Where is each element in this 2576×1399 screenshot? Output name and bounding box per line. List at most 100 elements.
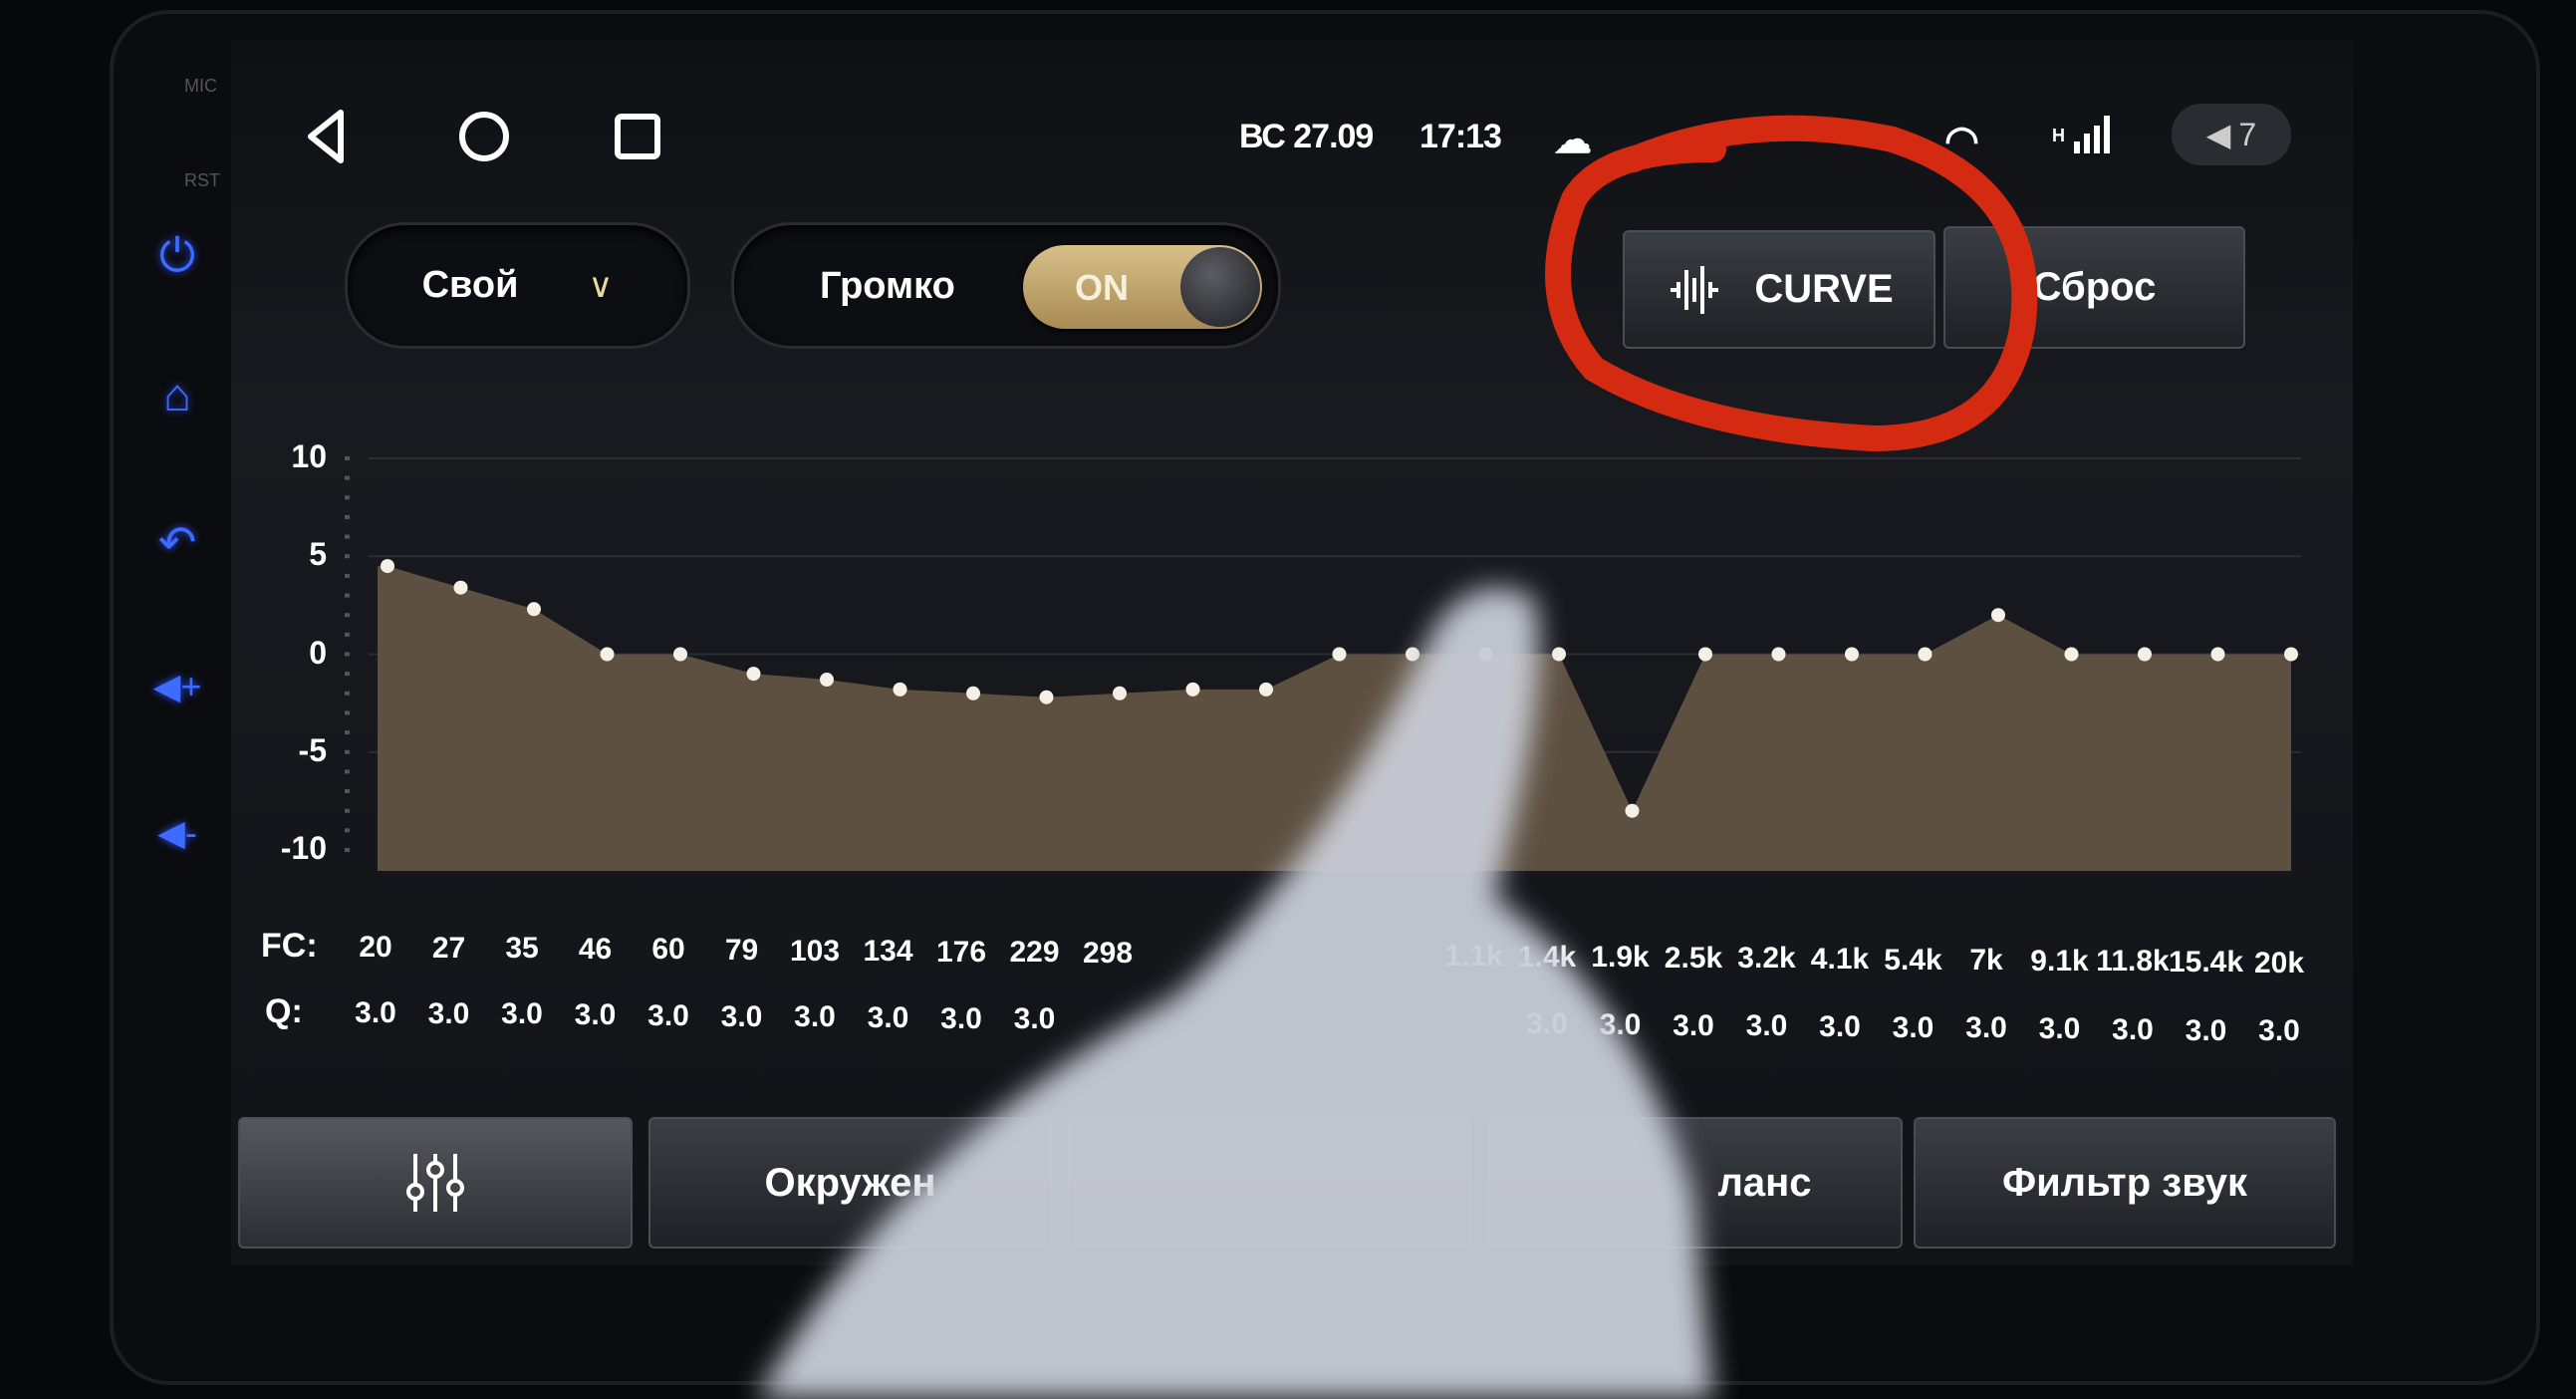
- fc-value: 15.4k: [2168, 946, 2244, 979]
- q-value: 3.0: [1599, 1007, 1642, 1041]
- q-value: 3.0: [1892, 1010, 1934, 1044]
- q-value: 3.0: [501, 997, 543, 1031]
- y-tick-mark: [345, 749, 350, 754]
- y-tick-mark: [345, 828, 350, 833]
- eq-band-point[interactable]: [2064, 647, 2079, 662]
- y-tick-mark: [345, 672, 350, 677]
- eq-band-point[interactable]: [1625, 803, 1640, 818]
- q-value: 3.0: [1013, 1002, 1056, 1036]
- fc-value: 20k: [2253, 946, 2305, 979]
- fc-value: 134: [863, 935, 913, 969]
- equalizer-sliders-icon: [406, 1154, 464, 1212]
- eq-band-point[interactable]: [1332, 647, 1347, 662]
- q-value: 3.0: [574, 998, 617, 1032]
- y-tick-mark: [345, 710, 350, 715]
- fc-value: 1.1k: [1444, 940, 1503, 973]
- fc-value: 1.4k: [1517, 940, 1577, 974]
- eq-band-point[interactable]: [1259, 682, 1273, 697]
- fc-value: 35: [505, 932, 539, 966]
- y-tick-mark: [345, 475, 350, 480]
- y-tick-mark: [345, 789, 350, 794]
- fc-value: 11.8k: [2096, 945, 2170, 979]
- fc-value: 4.1k: [1810, 943, 1870, 976]
- y-tick-mark: [345, 691, 350, 696]
- fc-value: 7k: [1969, 944, 2003, 978]
- eq-band-point[interactable]: [527, 602, 541, 617]
- eq-band-point[interactable]: [1185, 682, 1200, 697]
- fc-value: 2.5k: [1664, 941, 1723, 975]
- q-value: 3.0: [2185, 1013, 2227, 1047]
- y-tick-label: 10: [291, 438, 327, 474]
- eq-band-point[interactable]: [746, 667, 761, 682]
- fc-value: 9.1k: [2030, 944, 2089, 978]
- eq-band-point[interactable]: [600, 647, 615, 662]
- q-value: 3.0: [2258, 1014, 2300, 1048]
- fc-value: 79: [724, 934, 759, 967]
- eq-band-point[interactable]: [1406, 647, 1419, 662]
- eq-band-point[interactable]: [673, 647, 687, 662]
- eq-band-point[interactable]: [966, 686, 980, 700]
- y-tick-mark: [345, 613, 350, 618]
- eq-band-point[interactable]: [2210, 647, 2225, 662]
- eq-band-point[interactable]: [1039, 690, 1054, 704]
- y-tick-mark: [345, 495, 350, 500]
- eq-band-point[interactable]: [381, 559, 394, 574]
- y-tick-mark: [345, 848, 350, 852]
- fc-label: FC:: [261, 927, 318, 965]
- fc-value: 1.9k: [1591, 941, 1650, 975]
- q-label: Q:: [265, 992, 303, 1030]
- eq-band-point[interactable]: [1113, 686, 1127, 700]
- y-tick-mark: [345, 514, 350, 519]
- tab-equalizer[interactable]: [238, 1117, 633, 1249]
- y-tick-mark: [345, 808, 350, 813]
- q-value: 3.0: [427, 996, 470, 1030]
- eq-band-point[interactable]: [1478, 647, 1493, 662]
- q-value: 3.0: [867, 1000, 909, 1034]
- y-tick-label: 5: [309, 536, 327, 573]
- eq-band-point[interactable]: [893, 682, 907, 697]
- y-tick-mark: [345, 554, 350, 559]
- eq-band-point[interactable]: [1771, 647, 1786, 662]
- tab-sound-filter-label: Фильтр звук: [2001, 1160, 2248, 1205]
- tab-surround[interactable]: Окружен: [648, 1117, 1052, 1249]
- q-value: 3.0: [720, 999, 763, 1033]
- y-tick-mark: [345, 730, 350, 735]
- tab-balance[interactable]: ланс: [1487, 1117, 1903, 1249]
- q-value: 3.0: [1965, 1011, 2007, 1045]
- fc-value: 46: [578, 932, 613, 966]
- eq-band-point[interactable]: [1991, 608, 2005, 623]
- tab-balance-label: ланс: [1717, 1160, 1812, 1205]
- eq-band-point[interactable]: [453, 580, 468, 595]
- eq-band-point[interactable]: [2284, 647, 2298, 662]
- q-value: 3.0: [1526, 1007, 1568, 1041]
- y-tick-mark: [345, 456, 350, 460]
- eq-band-point[interactable]: [1552, 647, 1566, 662]
- eq-band-point[interactable]: [820, 673, 834, 688]
- q-value: 3.0: [2038, 1012, 2081, 1046]
- q-value: 3.0: [1819, 1010, 1861, 1043]
- tab-sound-filter[interactable]: Фильтр звук: [1914, 1117, 2336, 1249]
- fc-value: 229: [1009, 936, 1060, 970]
- y-tick-label: -10: [280, 830, 327, 866]
- y-tick-mark: [345, 593, 350, 598]
- fc-value: 60: [651, 933, 685, 967]
- q-value: 3.0: [1673, 1008, 1714, 1042]
- fc-value: 20: [359, 931, 392, 964]
- fc-value: 5.4k: [1884, 943, 1942, 977]
- y-tick-label: -5: [298, 731, 327, 768]
- y-tick-mark: [345, 573, 350, 578]
- fc-value: 27: [431, 931, 466, 965]
- tab-hidden[interactable]: [1068, 1117, 1471, 1249]
- eq-band-point[interactable]: [1845, 647, 1859, 662]
- q-value: 3.0: [794, 1000, 836, 1034]
- y-tick-mark: [345, 769, 350, 774]
- y-tick-mark: [345, 534, 350, 539]
- tab-surround-label: Окружен: [764, 1160, 936, 1205]
- eq-band-point[interactable]: [1698, 647, 1712, 662]
- eq-band-point[interactable]: [2138, 647, 2152, 662]
- eq-band-point[interactable]: [1918, 647, 1932, 662]
- q-value: 3.0: [355, 996, 396, 1029]
- fc-value: 103: [789, 934, 841, 968]
- q-value: 3.0: [2112, 1012, 2154, 1046]
- y-tick-mark: [345, 632, 350, 637]
